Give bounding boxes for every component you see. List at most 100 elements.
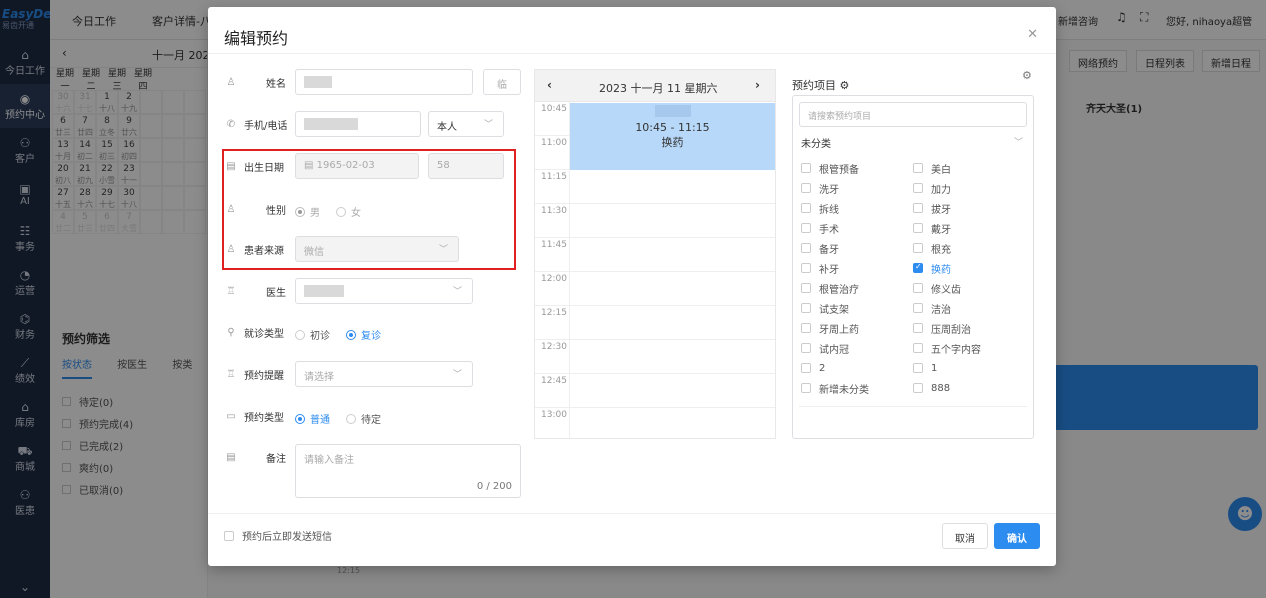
checkbox-box[interactable] <box>801 223 811 233</box>
checkbox-box[interactable] <box>801 323 811 333</box>
checkbox-box[interactable] <box>913 223 923 233</box>
checkbox-box[interactable] <box>913 262 923 273</box>
checkbox-box[interactable] <box>224 530 234 541</box>
checkbox-box[interactable] <box>801 163 811 173</box>
gender-male-radio[interactable] <box>295 206 305 217</box>
checkbox-box[interactable] <box>913 203 923 213</box>
project-checkbox[interactable]: 洗牙 <box>801 178 913 198</box>
checkbox-box[interactable] <box>913 383 923 393</box>
gender-male-label[interactable]: 男 <box>310 204 320 219</box>
age-input[interactable]: 58 <box>428 153 504 179</box>
visit-first-radio[interactable] <box>295 329 305 340</box>
project-checkbox[interactable]: 备牙 <box>801 238 913 258</box>
note-char-count: 0 / 200 <box>476 481 512 492</box>
project-checkbox[interactable]: 五个字内容 <box>913 338 1025 358</box>
project-search-input[interactable]: 请搜索预约项目 <box>799 102 1027 127</box>
source-select[interactable]: 微信 ﹀ <box>295 236 459 262</box>
visit-return-radio[interactable] <box>346 329 356 340</box>
checkbox-box[interactable] <box>913 323 923 333</box>
type-pending-label[interactable]: 待定 <box>361 411 381 426</box>
checkbox-box[interactable] <box>913 303 923 313</box>
project-checkbox[interactable]: 1 <box>913 358 1025 378</box>
prev-day-icon[interactable]: ‹ <box>547 78 552 92</box>
checkbox-box[interactable] <box>801 343 811 353</box>
gear-icon[interactable]: ⚙ <box>1022 69 1032 82</box>
project-label: 修义齿 <box>931 284 961 296</box>
type-normal-label[interactable]: 普通 <box>310 411 330 426</box>
phone-input[interactable] <box>295 111 421 137</box>
project-checkbox[interactable]: 美白 <box>913 158 1025 178</box>
time-slot-row[interactable]: 11:45 <box>535 238 775 272</box>
checkbox-box[interactable] <box>801 183 811 193</box>
checkbox-box[interactable] <box>801 283 811 293</box>
checkbox-box[interactable] <box>913 283 923 293</box>
type-pending-radio[interactable] <box>346 413 356 424</box>
project-checkbox[interactable]: 戴牙 <box>913 218 1025 238</box>
checkbox-box[interactable] <box>801 363 811 373</box>
project-checkbox[interactable]: 根管治疗 <box>801 278 913 298</box>
checkbox-box[interactable] <box>913 243 923 253</box>
send-sms-checkbox[interactable]: 预约后立即发送短信 <box>224 528 332 543</box>
visit-return-label[interactable]: 复诊 <box>361 327 381 342</box>
name-input[interactable] <box>295 69 473 95</box>
project-checkbox[interactable]: 拔牙 <box>913 198 1025 218</box>
project-checkbox[interactable]: 拆线 <box>801 198 913 218</box>
project-checkbox[interactable]: 手术 <box>801 218 913 238</box>
settings-icon[interactable]: ⚙ <box>840 79 850 92</box>
project-checkbox[interactable]: 试支架 <box>801 298 913 318</box>
note-textarea[interactable]: 请输入备注 0 / 200 <box>295 444 521 498</box>
project-checkbox[interactable]: 换药 <box>913 258 1025 278</box>
checkbox-box[interactable] <box>801 383 811 393</box>
checkbox-box[interactable] <box>801 203 811 213</box>
calendar-icon: ▤ <box>226 160 236 172</box>
project-checkbox[interactable]: 压周刮治 <box>913 318 1025 338</box>
person-icon: ♙ <box>226 243 236 255</box>
birth-date-input[interactable]: ▤ 1965-02-03 <box>295 153 419 179</box>
edit-appointment-modal: 编辑预约 ✕ ♙ 姓名 临 ✆ 手机/电话 本人 ﹀ ▤ 出生日期 ▤ 1965… <box>208 7 1056 566</box>
time-slot-row[interactable]: 11:15 <box>535 170 775 204</box>
appointment-slot[interactable]: 10:45 - 11:15 换药 <box>570 103 775 170</box>
project-checkbox[interactable]: 修义齿 <box>913 278 1025 298</box>
gender-female-label[interactable]: 女 <box>351 204 361 219</box>
checkbox-box[interactable] <box>801 263 811 273</box>
project-checkbox[interactable]: 牙周上药 <box>801 318 913 338</box>
project-checkbox[interactable]: 洁治 <box>913 298 1025 318</box>
checkbox-box[interactable] <box>913 183 923 193</box>
project-label: 888 <box>931 382 951 394</box>
time-slot-row[interactable]: 12:00 <box>535 272 775 306</box>
visit-first-label[interactable]: 初诊 <box>310 327 330 342</box>
project-checkbox[interactable]: 根充 <box>913 238 1025 258</box>
project-checkbox[interactable]: 试内冠 <box>801 338 913 358</box>
chevron-down-icon: ﹀ <box>483 120 493 130</box>
next-day-icon[interactable]: › <box>755 78 760 92</box>
checkbox-box[interactable] <box>913 163 923 173</box>
time-slot-row[interactable]: 13:00 <box>535 408 775 438</box>
project-label: 根充 <box>931 244 951 256</box>
category-label[interactable]: 未分类 <box>801 135 831 150</box>
gender-female-radio[interactable] <box>336 206 346 217</box>
project-checkbox[interactable]: 2 <box>801 358 913 378</box>
project-checkbox[interactable]: 加力 <box>913 178 1025 198</box>
project-checkbox[interactable]: 根管预备 <box>801 158 913 178</box>
temp-name-button[interactable]: 临 <box>483 69 521 95</box>
time-slot-row[interactable]: 11:30 <box>535 204 775 238</box>
project-checkbox[interactable]: 新增未分类 <box>801 378 913 398</box>
time-slot-row[interactable]: 12:45 <box>535 374 775 408</box>
close-icon[interactable]: ✕ <box>1027 27 1038 42</box>
chevron-down-icon[interactable]: ﹀ <box>1014 135 1023 148</box>
confirm-button[interactable]: 确认 <box>994 523 1040 549</box>
relation-select[interactable]: 本人 ﹀ <box>428 111 504 137</box>
reminder-select[interactable]: 请选择 ﹀ <box>295 361 473 387</box>
checkbox-box[interactable] <box>801 243 811 253</box>
checkbox-box[interactable] <box>801 303 811 313</box>
project-checkbox[interactable]: 888 <box>913 378 1025 398</box>
project-checkbox[interactable]: 补牙 <box>801 258 913 278</box>
checkbox-box[interactable] <box>913 363 923 373</box>
checkbox-box[interactable] <box>913 343 923 353</box>
time-slot-row[interactable]: 12:15 <box>535 306 775 340</box>
time-label: 13:00 <box>541 410 567 420</box>
doctor-select[interactable]: ﹀ <box>295 278 473 304</box>
type-normal-radio[interactable] <box>295 413 305 424</box>
cancel-button[interactable]: 取消 <box>942 523 988 549</box>
time-slot-row[interactable]: 12:30 <box>535 340 775 374</box>
